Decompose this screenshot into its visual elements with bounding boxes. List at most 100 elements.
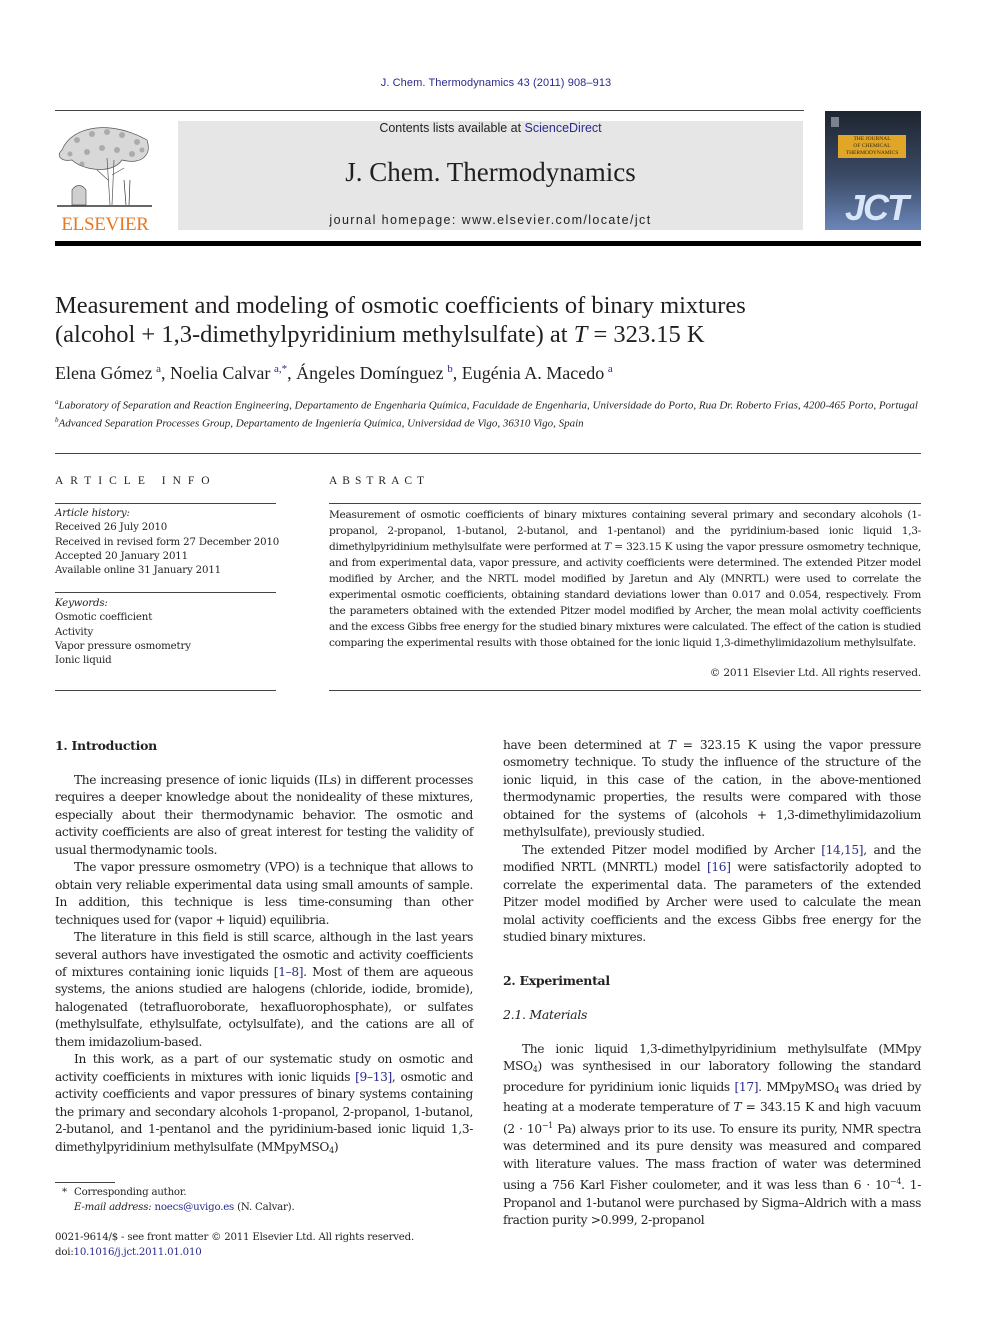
affiliation-b: bAdvanced Separation Processes Group, De… <box>55 413 935 431</box>
cover-title-line: OF CHEMICAL <box>853 143 891 149</box>
history-item: Received in revised form 27 December 201… <box>55 536 280 548</box>
footnote-text: Corresponding author. <box>74 1187 187 1198</box>
cover-title: THE JOURNAL OF CHEMICAL THERMODYNAMICS <box>838 135 906 158</box>
title-line-2: (alcohol + 1,3-dimethylpyridinium methyl… <box>55 320 935 349</box>
doi-label: doi: <box>55 1246 74 1258</box>
affiliation-a: aLaboratory of Separation and Reaction E… <box>55 395 935 413</box>
reference-link[interactable]: [17] <box>735 1080 759 1094</box>
journal-title: J. Chem. Thermodynamics <box>345 157 636 187</box>
right-column-top: have been determined at T = 323.15 K usi… <box>503 737 921 946</box>
reference-link[interactable]: [1–8] <box>274 965 304 979</box>
cover-title-line: THE JOURNAL <box>853 136 891 142</box>
author-affiliation-link[interactable]: a <box>608 363 613 375</box>
journal-citation-link[interactable]: J. Chem. Thermodynamics 43 (2011) 908–91… <box>0 77 992 89</box>
contents-prefix: Contents lists available at <box>379 121 525 135</box>
affiliations: aLaboratory of Separation and Reaction E… <box>55 395 935 432</box>
elsevier-wordmark: ELSEVIER <box>61 214 149 235</box>
history-label: Article history: <box>55 508 130 519</box>
text: ) <box>333 1139 339 1154</box>
doi-link[interactable]: 10.1016/j.jct.2011.01.010 <box>74 1247 202 1258</box>
abstract-variable: T <box>604 541 611 553</box>
contents-availability: Contents lists available at ScienceDirec… <box>178 121 803 135</box>
abstract-text: Measurement of osmotic coefficients of b… <box>329 507 921 651</box>
abstract-text-part: = 323.15 K using the vapor pressure osmo… <box>329 541 921 649</box>
reference-link[interactable]: [9–13] <box>355 1070 392 1084</box>
article-history: Article history: Received 26 July 2010 R… <box>55 507 280 578</box>
issn-line: 0021-9614/$ - see front matter © 2011 El… <box>55 1232 414 1243</box>
divider <box>55 592 276 593</box>
paragraph: The ionic liquid 1,3-dimethylpyridinium … <box>503 1041 921 1230</box>
text: The extended Pitzer model modified by Ar… <box>522 842 822 857</box>
abstract-copyright: © 2011 Elsevier Ltd. All rights reserved… <box>709 667 921 679</box>
title-text: = 323.15 K <box>587 321 705 348</box>
author-name: Noelia Calvar <box>169 363 271 383</box>
superscript: −4 <box>889 1177 902 1187</box>
journal-homepage-link[interactable]: journal homepage: www.elsevier.com/locat… <box>178 213 803 227</box>
subsection-heading-materials: 2.1. Materials <box>503 1007 588 1022</box>
right-column-materials: The ionic liquid 1,3-dimethylpyridinium … <box>503 1041 921 1230</box>
author-name: Ángeles Domínguez <box>296 363 444 383</box>
superscript: −1 <box>541 1120 553 1130</box>
journal-masthead: Contents lists available at ScienceDirec… <box>178 121 803 230</box>
article-info-heading: ARTICLE INFO <box>55 475 217 487</box>
reference-link[interactable]: [14,15] <box>821 843 863 857</box>
divider <box>55 690 276 691</box>
left-column: The increasing presence of ionic liquids… <box>55 772 473 1159</box>
keyword-item: Activity <box>55 626 94 638</box>
history-item: Accepted 20 January 2011 <box>55 550 188 562</box>
keyword-item: Vapor pressure osmometry <box>55 640 191 652</box>
divider <box>329 690 921 691</box>
footnote-divider <box>55 1182 115 1183</box>
text: = 323.15 K using the vapor pressure osmo… <box>503 738 921 840</box>
author-separator: , <box>452 363 462 383</box>
elsevier-logo[interactable]: ELSEVIER <box>52 120 158 236</box>
history-item: Received 26 July 2010 <box>55 522 168 534</box>
keyword-item: Ionic liquid <box>55 655 112 667</box>
paragraph: In this work, as a part of our systemati… <box>55 1051 473 1159</box>
front-matter-footer: 0021-9614/$ - see front matter © 2011 El… <box>55 1231 495 1260</box>
author-name: Elena Gómez <box>55 363 153 383</box>
paragraph: The vapor pressure osmometry (VPO) is a … <box>55 860 473 927</box>
abstract-heading: ABSTRACT <box>329 475 430 487</box>
paragraph: The extended Pitzer model modified by Ar… <box>503 842 921 947</box>
masthead-thick-divider <box>55 241 921 246</box>
affiliation-text: Laboratory of Separation and Reaction En… <box>58 399 918 412</box>
article-title: Measurement and modeling of osmotic coef… <box>55 291 935 349</box>
cover-abbrev: JCT <box>845 187 909 228</box>
doi-line: doi:10.1016/j.jct.2011.01.010 <box>55 1246 495 1261</box>
affiliation-text: Advanced Separation Processes Group, Dep… <box>58 417 584 430</box>
sciencedirect-link[interactable]: ScienceDirect <box>525 121 602 135</box>
header-divider <box>55 110 804 111</box>
title-text: (alcohol + 1,3-dimethylpyridinium methyl… <box>55 321 574 348</box>
email-link[interactable]: noecs@uvigo.es <box>155 1202 235 1213</box>
email-label: E-mail address: <box>74 1201 155 1213</box>
divider <box>55 503 276 504</box>
author-list: Elena Gómez a, Noelia Calvar a,*, Ángele… <box>55 363 935 384</box>
text: Pa) always prior to its use. To ensure i… <box>503 1121 921 1193</box>
keyword-item: Osmotic coefficient <box>55 612 153 624</box>
divider <box>329 503 921 504</box>
corresponding-author-footnote: * Corresponding author. E-mail address: n… <box>55 1186 475 1215</box>
paragraph: The increasing presence of ionic liquids… <box>55 773 473 857</box>
text: have been determined at <box>503 738 668 752</box>
footnote-line: * Corresponding author. <box>55 1186 475 1201</box>
keywords-label: Keywords: <box>55 598 108 609</box>
section-heading-experimental: 2. Experimental <box>503 973 610 988</box>
section-heading-introduction: 1. Introduction <box>55 738 157 753</box>
title-line-1: Measurement and modeling of osmotic coef… <box>55 292 746 319</box>
history-item: Available online 31 January 2011 <box>55 565 221 577</box>
keywords: Keywords: Osmotic coefficient Activity V… <box>55 597 280 668</box>
variable: T <box>667 738 676 752</box>
cover-emblem-icon <box>831 117 839 127</box>
email-line: E-mail address: noecs@uvigo.es (N. Calva… <box>55 1201 475 1216</box>
author-affiliation-link[interactable]: a,* <box>274 363 287 375</box>
author-separator: , <box>287 363 297 383</box>
cover-title-line: THERMODYNAMICS <box>845 150 899 156</box>
author-separator: , <box>160 363 170 383</box>
reference-link[interactable]: [16] <box>707 860 731 874</box>
title-variable: T <box>573 321 588 348</box>
paragraph: The literature in this field is still sc… <box>55 929 473 1051</box>
email-suffix: (N. Calvar). <box>234 1201 295 1213</box>
journal-cover-image[interactable]: THE JOURNAL OF CHEMICAL THERMODYNAMICS J… <box>825 111 921 230</box>
paragraph: have been determined at T = 323.15 K usi… <box>503 737 921 842</box>
